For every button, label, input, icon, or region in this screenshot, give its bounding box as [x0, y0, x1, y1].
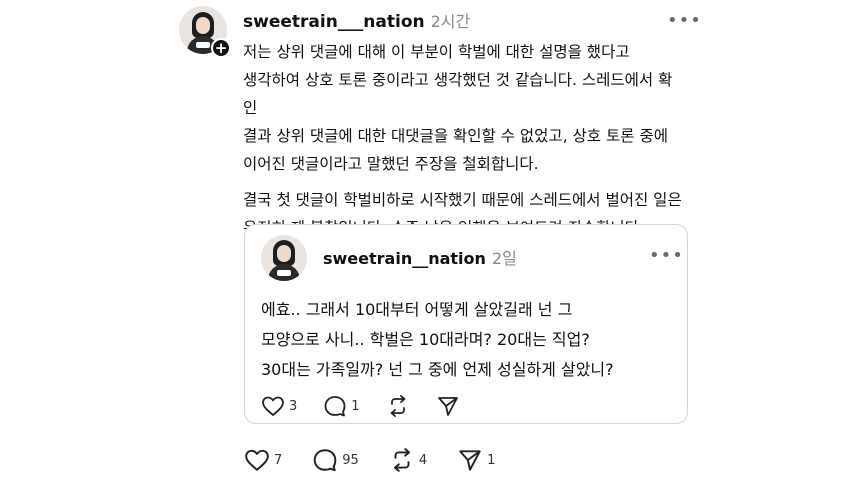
quoted-reply-count: 1: [351, 398, 360, 414]
quoted-post-header: sweetrain__nation 2일: [323, 245, 517, 269]
quoted-post-text: 에효.. 그래서 10대부터 어떻게 살았길래 넌 그 모양으로 사니.. 학벌…: [261, 300, 614, 379]
quoted-repost-button[interactable]: [386, 395, 410, 417]
more-options-icon[interactable]: •••: [667, 10, 702, 31]
quoted-post-card[interactable]: sweetrain__nation 2일 ••• 에효.. 그래서 10대부터 …: [244, 224, 688, 424]
like-count: 7: [274, 452, 283, 468]
repost-icon: [393, 448, 410, 472]
thread-post: + sweetrain___nation 2시간 ••• 저는 상위 댓글에 대…: [0, 0, 860, 484]
author-username[interactable]: sweetrain___nation: [243, 12, 425, 32]
quoted-more-options-icon[interactable]: •••: [649, 245, 684, 266]
quoted-like-button[interactable]: 3: [261, 395, 297, 417]
post-timestamp: 2시간: [430, 12, 471, 31]
quoted-like-count: 3: [289, 398, 298, 414]
follow-plus-icon[interactable]: +: [211, 38, 231, 58]
send-icon: [459, 450, 481, 471]
post-body: 저는 상위 댓글에 대해 이 부분이 학벌에 대한 설명을 했다고 생각하여 상…: [243, 38, 683, 242]
share-count: 1: [487, 452, 496, 468]
repost-count: 4: [418, 452, 428, 468]
quoted-action-bar: 3 1: [261, 395, 486, 417]
like-button[interactable]: 7: [244, 448, 282, 472]
send-icon: [437, 397, 458, 416]
post-paragraph-1: 저는 상위 댓글에 대해 이 부분이 학벌에 대한 설명을 했다고 생각하여 상…: [243, 43, 673, 173]
post-action-bar: 7 95 4 1: [244, 448, 525, 472]
quoted-share-button[interactable]: [436, 395, 460, 417]
quoted-author-avatar[interactable]: [261, 235, 307, 281]
comment-icon: [314, 449, 337, 472]
quoted-author-username[interactable]: sweetrain__nation: [323, 249, 486, 268]
author-avatar[interactable]: +: [179, 6, 231, 58]
heart-icon: [245, 449, 269, 471]
post-header: sweetrain___nation 2시간: [243, 8, 470, 32]
reply-count: 95: [342, 452, 359, 468]
heart-icon: [262, 396, 284, 416]
quoted-reply-button[interactable]: 1: [323, 395, 360, 417]
reply-button[interactable]: 95: [312, 448, 359, 472]
comment-icon: [324, 396, 346, 417]
repost-icon: [390, 395, 405, 417]
quoted-post-timestamp: 2일: [491, 249, 517, 268]
share-button[interactable]: 1: [457, 448, 495, 472]
repost-button[interactable]: 4: [389, 448, 427, 472]
